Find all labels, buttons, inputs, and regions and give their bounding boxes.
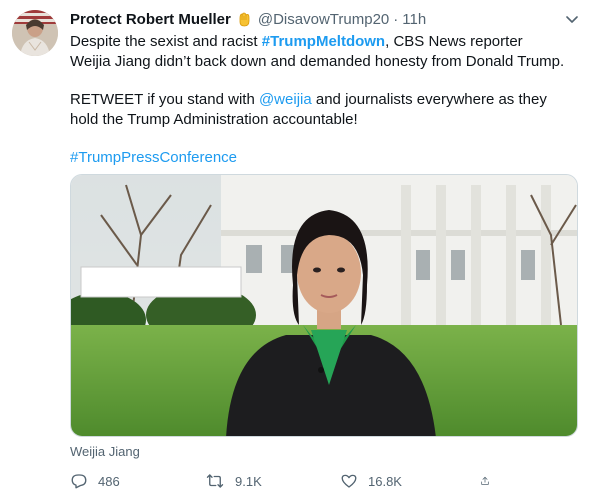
avatar[interactable] [12, 10, 58, 56]
text-segment: , CBS News reporter [385, 33, 523, 50]
tweet-paragraph-3: #TrumpPressConference [70, 148, 585, 168]
share-icon [481, 476, 489, 485]
retweet-icon [206, 474, 224, 488]
text-segment: and journalists everywhere as they [311, 91, 547, 108]
tweet-video[interactable] [70, 174, 578, 437]
tweet[interactable]: Protect Robert Mueller @DisavowTrump20 ·… [0, 0, 595, 501]
raised-fist-icon [236, 11, 252, 27]
timestamp[interactable]: 11h [402, 11, 426, 28]
chevron-down-icon[interactable] [563, 11, 581, 29]
text-segment: RETWEET if you stand with [70, 91, 259, 108]
like-count: 16.8K [368, 473, 402, 489]
tweet-paragraph-1: Despite the sexist and racist #TrumpMelt… [70, 32, 585, 72]
share-button[interactable] [480, 472, 500, 490]
hashtag-trumppressconference[interactable]: #TrumpPressConference [70, 149, 237, 166]
separator-dot: · [393, 10, 399, 28]
tweet-header: Protect Robert Mueller @DisavowTrump20 ·… [70, 9, 581, 29]
tweet-paragraph-2: RETWEET if you stand with @weijia and jo… [70, 90, 585, 130]
retweet-button[interactable]: 9.1K [205, 472, 340, 490]
mention-weijia[interactable]: @weijia [259, 91, 312, 108]
retweet-count: 9.1K [235, 473, 262, 489]
heart-icon [341, 474, 357, 488]
text-segment: Weijia Jiang didn’t back down and demand… [70, 53, 565, 70]
text-segment: hold the Trump Administration accountabl… [70, 111, 358, 128]
reply-icon [71, 474, 87, 489]
reply-count: 486 [98, 473, 120, 489]
tweet-text: Despite the sexist and racist #TrumpMelt… [70, 32, 585, 168]
reply-button[interactable]: 486 [70, 472, 205, 490]
display-name[interactable]: Protect Robert Mueller [70, 11, 231, 28]
action-bar: 486 9.1K 16.8K [70, 470, 500, 492]
like-button[interactable]: 16.8K [340, 472, 480, 490]
hashtag-trumpmeltdown[interactable]: #TrumpMeltdown [262, 33, 385, 50]
user-handle[interactable]: @DisavowTrump20 [258, 11, 389, 28]
media-caption: Weijia Jiang [70, 444, 140, 459]
text-segment: Despite the sexist and racist [70, 33, 262, 50]
